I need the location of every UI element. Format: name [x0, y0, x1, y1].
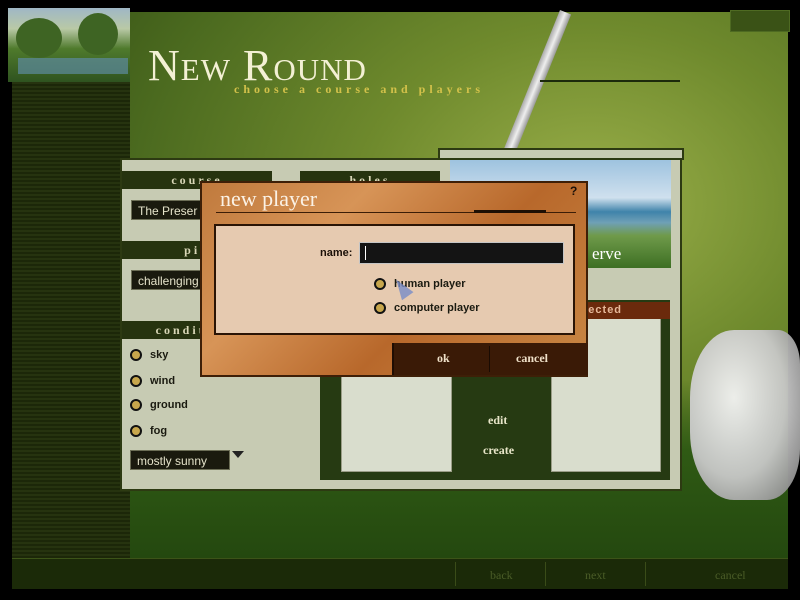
nav-separator: [545, 562, 546, 586]
cancel-button[interactable]: cancel: [516, 351, 548, 366]
computer-player-radio[interactable]: computer player: [374, 302, 480, 315]
radio-button-icon: [130, 375, 142, 388]
radio-button-icon: [130, 399, 142, 412]
text-caret: [365, 246, 366, 260]
edit-player-button[interactable]: edit: [488, 413, 507, 428]
bottom-navigation-bar: [12, 558, 788, 589]
radio-button-icon: [130, 349, 142, 362]
tree-shape: [16, 18, 62, 58]
course-select[interactable]: The Preser: [131, 200, 211, 220]
nav-separator: [455, 562, 456, 586]
condition-ground-radio[interactable]: ground: [130, 399, 188, 412]
dialog-title: new player: [220, 186, 318, 211]
back-button[interactable]: back: [490, 568, 513, 583]
condition-wind-radio[interactable]: wind: [130, 375, 175, 388]
nav-separator: [645, 562, 646, 586]
pond-shape: [18, 58, 128, 74]
create-player-button[interactable]: create: [483, 443, 514, 458]
dialog-button-bar: [392, 343, 588, 375]
next-button[interactable]: next: [585, 568, 606, 583]
left-texture-strip: [12, 82, 130, 558]
corner-box: [730, 10, 790, 32]
footer-cancel-button[interactable]: cancel: [715, 568, 746, 583]
header-divider: [540, 80, 680, 82]
radio-button-icon: [374, 278, 386, 291]
available-players-list[interactable]: [341, 370, 452, 472]
help-button[interactable]: ?: [570, 184, 577, 198]
radio-button-icon: [374, 302, 386, 315]
page-subtitle: choose a course and players: [234, 82, 484, 96]
dropdown-arrow-icon[interactable]: [232, 451, 244, 458]
condition-select[interactable]: mostly sunny: [130, 450, 230, 470]
condition-fog-radio[interactable]: fog: [130, 425, 167, 438]
player-name-input[interactable]: [359, 242, 564, 264]
dialog-title-accent: [474, 210, 546, 213]
ok-button[interactable]: ok: [437, 351, 450, 366]
radio-button-icon: [130, 425, 142, 438]
tree-shape: [78, 13, 118, 55]
human-player-radio[interactable]: human player: [374, 278, 466, 291]
condition-sky-radio[interactable]: sky: [130, 349, 168, 362]
screen: New Round choose a course and players co…: [0, 0, 800, 600]
name-label: name:: [320, 247, 353, 259]
course-thumbnail-image: [8, 8, 130, 82]
golf-shoe-image: [690, 330, 800, 500]
button-separator: [489, 346, 490, 372]
course-preview-caption: erve: [592, 244, 622, 263]
